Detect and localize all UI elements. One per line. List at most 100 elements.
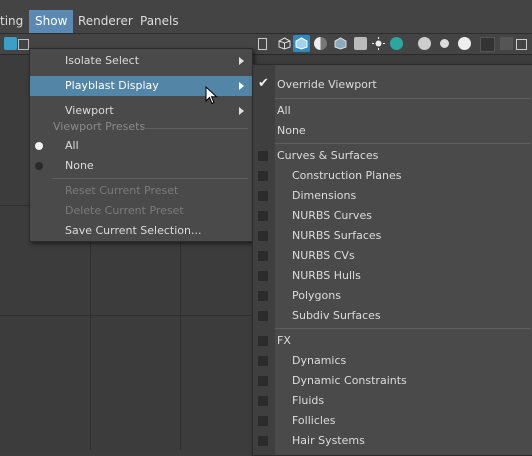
- checkbox-icon: [258, 336, 268, 346]
- menu-item-label: Save Current Selection...: [65, 224, 202, 237]
- menu-item-label: Construction Planes: [292, 169, 402, 182]
- menu-divider: [275, 328, 531, 329]
- grid-toggle-icon[interactable]: [18, 39, 29, 50]
- checkbox-icon: [258, 376, 268, 386]
- depth-of-field-icon[interactable]: [480, 37, 495, 52]
- checkbox-icon: [258, 356, 268, 366]
- isolate-select-icon[interactable]: [500, 37, 513, 50]
- menu-item-label: Dimensions: [292, 189, 357, 202]
- menu-panels[interactable]: Panels: [134, 10, 185, 33]
- playblast-display-submenu: ✔ Override Viewport All None Curves & Su…: [252, 64, 532, 456]
- camera-icon[interactable]: [4, 37, 17, 50]
- menu-item-label: NURBS Hulls: [292, 269, 361, 282]
- menu-item-fx[interactable]: FX: [253, 331, 532, 351]
- top-strip: [0, 0, 532, 10]
- menu-renderer[interactable]: Renderer: [72, 10, 139, 33]
- menu-item-nurbs-hulls[interactable]: NURBS Hulls: [253, 266, 532, 286]
- menu-item-label: Follicles: [292, 414, 336, 427]
- checkbox-icon: [258, 251, 268, 261]
- menu-item-label: NURBS Curves: [292, 209, 372, 222]
- xray-icon[interactable]: [516, 39, 527, 50]
- checkbox-icon: [258, 211, 268, 221]
- menu-item-label: All: [277, 104, 291, 117]
- default-material-icon[interactable]: [314, 37, 327, 50]
- multisample-aa-icon[interactable]: [458, 37, 471, 50]
- menu-item-dynamic-constraints[interactable]: Dynamic Constraints: [253, 371, 532, 391]
- menu-item-curves-surfaces[interactable]: Curves & Surfaces: [253, 146, 532, 166]
- smooth-shade-icon[interactable]: [293, 35, 310, 52]
- menu-divider: [275, 143, 531, 144]
- menu-item-dimensions[interactable]: Dimensions: [253, 186, 532, 206]
- checkbox-icon: [258, 291, 268, 301]
- mouse-cursor-icon: [205, 86, 218, 105]
- menu-item-delete-preset: Delete Current Preset: [30, 201, 252, 221]
- menu-divider: [140, 128, 248, 129]
- section-header-viewport-presets: Viewport Presets: [30, 117, 252, 137]
- show-menu: Isolate Select Playblast Display Viewpor…: [29, 48, 253, 242]
- checkbox-icon: [258, 231, 268, 241]
- menu-item-label: Delete Current Preset: [65, 204, 184, 217]
- checkbox-icon: [258, 171, 268, 181]
- menu-item-polygons[interactable]: Polygons: [253, 286, 532, 306]
- menu-item-dynamics[interactable]: Dynamics: [253, 351, 532, 371]
- menu-item-fluids[interactable]: Fluids: [253, 391, 532, 411]
- resolution-gate-icon[interactable]: [258, 38, 267, 50]
- menu-item-preset-none[interactable]: None: [30, 156, 252, 176]
- menu-item-nurbs-curves[interactable]: NURBS Curves: [253, 206, 532, 226]
- menu-item-reset-preset: Reset Current Preset: [30, 181, 252, 201]
- menu-item-all[interactable]: All: [253, 101, 532, 121]
- lights-icon[interactable]: [372, 37, 385, 50]
- menu-item-label: NURBS Surfaces: [292, 229, 382, 242]
- menu-item-subdiv-surfaces[interactable]: Subdiv Surfaces: [253, 306, 532, 326]
- menu-item-nurbs-cvs[interactable]: NURBS CVs: [253, 246, 532, 266]
- menu-item-preset-all[interactable]: All: [30, 136, 252, 156]
- submenu-arrow-icon: [239, 107, 244, 115]
- menu-item-label: Reset Current Preset: [65, 184, 179, 197]
- menu-divider: [275, 98, 531, 99]
- menu-divider: [52, 178, 248, 179]
- checkbox-icon: [258, 271, 268, 281]
- checkmark-icon: ✔: [258, 76, 269, 91]
- radio-unselected-icon: [35, 162, 43, 170]
- panel-menubar: ting Show Renderer Panels: [0, 10, 532, 34]
- use-all-lights-icon[interactable]: [354, 37, 367, 50]
- radio-selected-icon: [35, 142, 43, 150]
- menu-lighting[interactable]: ting: [0, 10, 29, 33]
- checkbox-icon: [258, 151, 268, 161]
- menu-item-nurbs-surfaces[interactable]: NURBS Surfaces: [253, 226, 532, 246]
- menu-item-follicles[interactable]: Follicles: [253, 411, 532, 431]
- section-header-label: Viewport Presets: [53, 120, 146, 133]
- menu-item-isolate-select[interactable]: Isolate Select: [30, 51, 252, 71]
- menu-item-label: None: [277, 124, 306, 137]
- menu-item-label: Fluids: [292, 394, 325, 407]
- menu-item-label: Curves & Surfaces: [277, 149, 379, 162]
- menu-item-label: None: [65, 159, 94, 172]
- ambient-occlusion-icon[interactable]: [418, 37, 431, 50]
- menu-item-label: FX: [277, 334, 291, 347]
- menu-item-none[interactable]: None: [253, 121, 532, 141]
- menu-item-save-selection[interactable]: Save Current Selection...: [30, 221, 252, 241]
- menu-item-label: Polygons: [292, 289, 341, 302]
- menu-item-label: Isolate Select: [65, 54, 140, 67]
- menu-item-construction-planes[interactable]: Construction Planes: [253, 166, 532, 186]
- shadows-icon[interactable]: [390, 37, 403, 50]
- checkbox-icon: [258, 191, 268, 201]
- checkbox-icon: [258, 396, 268, 406]
- menu-item-hair-systems[interactable]: Hair Systems: [253, 431, 532, 451]
- menu-item-label: Dynamic Constraints: [292, 374, 407, 387]
- menu-item-label: Playblast Display: [65, 79, 159, 92]
- motion-blur-icon[interactable]: [440, 39, 449, 48]
- menu-item-override-viewport[interactable]: ✔ Override Viewport: [253, 75, 532, 95]
- checkbox-icon: [258, 311, 268, 321]
- menu-item-label: Hair Systems: [292, 434, 365, 447]
- menu-item-label: Dynamics: [292, 354, 347, 367]
- menu-show[interactable]: Show: [29, 10, 74, 33]
- submenu-arrow-icon: [239, 57, 244, 65]
- checkbox-icon: [258, 416, 268, 426]
- menu-item-label: Subdiv Surfaces: [292, 309, 381, 322]
- textured-icon[interactable]: [334, 37, 347, 50]
- menu-item-label: Override Viewport: [277, 78, 377, 91]
- submenu-arrow-icon: [239, 82, 244, 90]
- wireframe-icon[interactable]: [278, 37, 291, 50]
- menu-item-label: NURBS CVs: [292, 249, 355, 262]
